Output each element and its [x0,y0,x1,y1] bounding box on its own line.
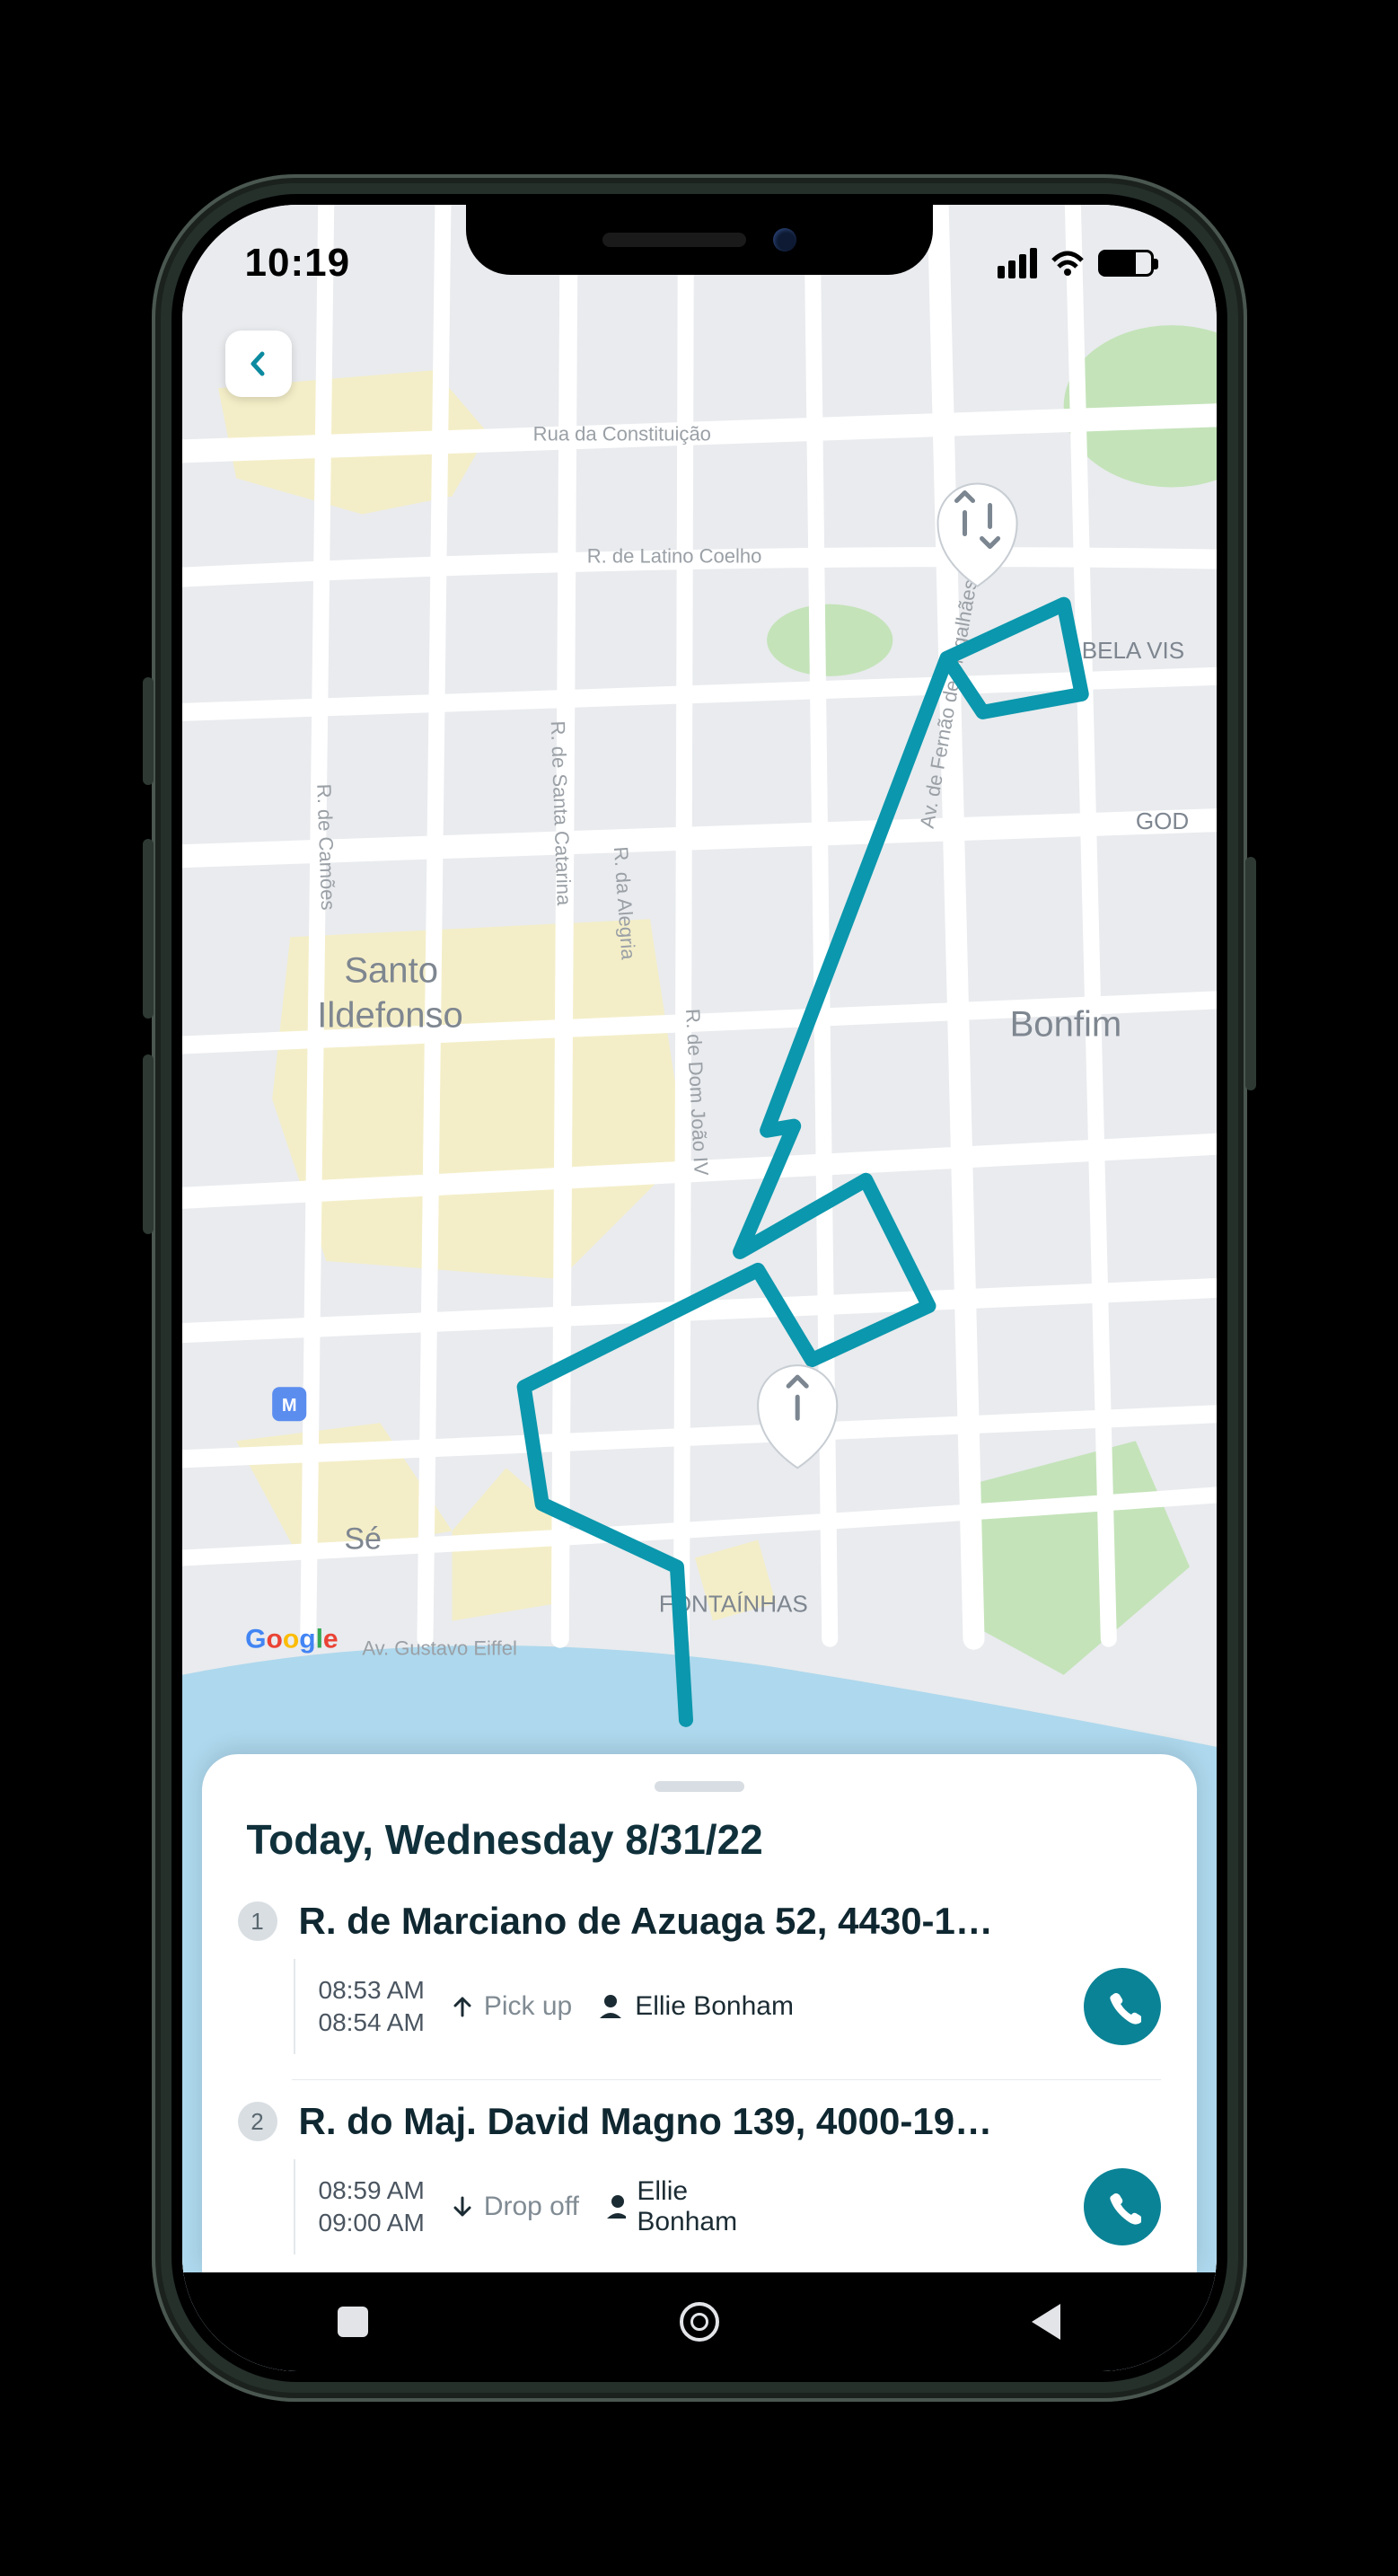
svg-text:M: M [281,1396,296,1416]
phone-frame: 10:19 [152,174,1247,2402]
divider [292,2079,1161,2080]
road-label: R. de Latino Coelho [586,545,761,568]
phone-icon [1103,2188,1141,2226]
call-button[interactable] [1084,2168,1161,2245]
person-icon [604,2193,626,2220]
stop-item[interactable]: 1 R. de Marciano de Azuaga 52, 4430-1… 0… [202,1891,1197,2063]
nav-back-button[interactable] [1032,2304,1060,2340]
battery-icon [1098,250,1154,277]
area-label: BELA VIS [1081,637,1183,664]
side-button-mute [143,677,154,785]
map-attribution: Google [245,1625,339,1654]
notch [466,205,933,275]
screen: 10:19 [182,205,1217,2371]
road-label: R. de Camões [312,783,339,911]
stop-action: Drop off [450,2192,579,2222]
side-button-vol-up [143,839,154,1019]
phone-icon [1103,1988,1141,2025]
area-label: Ildefonso [317,995,463,1035]
stop-item[interactable]: 2 R. do Maj. David Magno 139, 4000-19… 0… [202,2091,1197,2263]
sheet-title: Today, Wednesday 8/31/22 [202,1815,1197,1891]
person-icon [597,1993,624,2020]
area-label: Bonfim [1009,1005,1121,1045]
area-label: Sé [344,1522,382,1557]
sheet-handle[interactable] [655,1781,744,1792]
stop-person: Ellie Bonham [597,1991,794,2022]
bottom-sheet[interactable]: Today, Wednesday 8/31/22 1 R. de Marcian… [202,1754,1197,2272]
area-label: GOD [1135,807,1188,834]
chevron-left-icon [245,350,272,377]
stop-person: Ellie Bonham [604,2176,766,2238]
side-button-power [1245,857,1256,1090]
signal-icon [998,248,1037,278]
stop-times: 08:59 AM 09:00 AM [319,2175,425,2240]
back-button[interactable] [225,331,292,397]
arrow-up-icon [450,1994,475,2019]
wifi-icon [1050,250,1086,277]
road-label: Av. Gustavo Eiffel [362,1637,517,1660]
stop-address: R. do Maj. David Magno 139, 4000-19… [299,2100,1161,2143]
arrow-down-icon [450,2194,475,2219]
road-label: Rua da Constituição [532,422,710,445]
stop-number-badge: 2 [238,2102,277,2141]
stop-action: Pick up [450,1991,572,2022]
side-button-vol-down [143,1054,154,1234]
nav-home-button[interactable] [680,2302,719,2342]
stop-address: R. de Marciano de Azuaga 52, 4430-1… [299,1900,1161,1943]
android-navbar [182,2272,1217,2371]
status-time: 10:19 [245,241,351,286]
nav-recent-button[interactable] [338,2307,368,2337]
stop-number-badge: 1 [238,1901,277,1941]
call-button[interactable] [1084,1968,1161,2045]
area-label: Santo [344,950,438,990]
stop-times: 08:53 AM 08:54 AM [319,1974,425,2040]
